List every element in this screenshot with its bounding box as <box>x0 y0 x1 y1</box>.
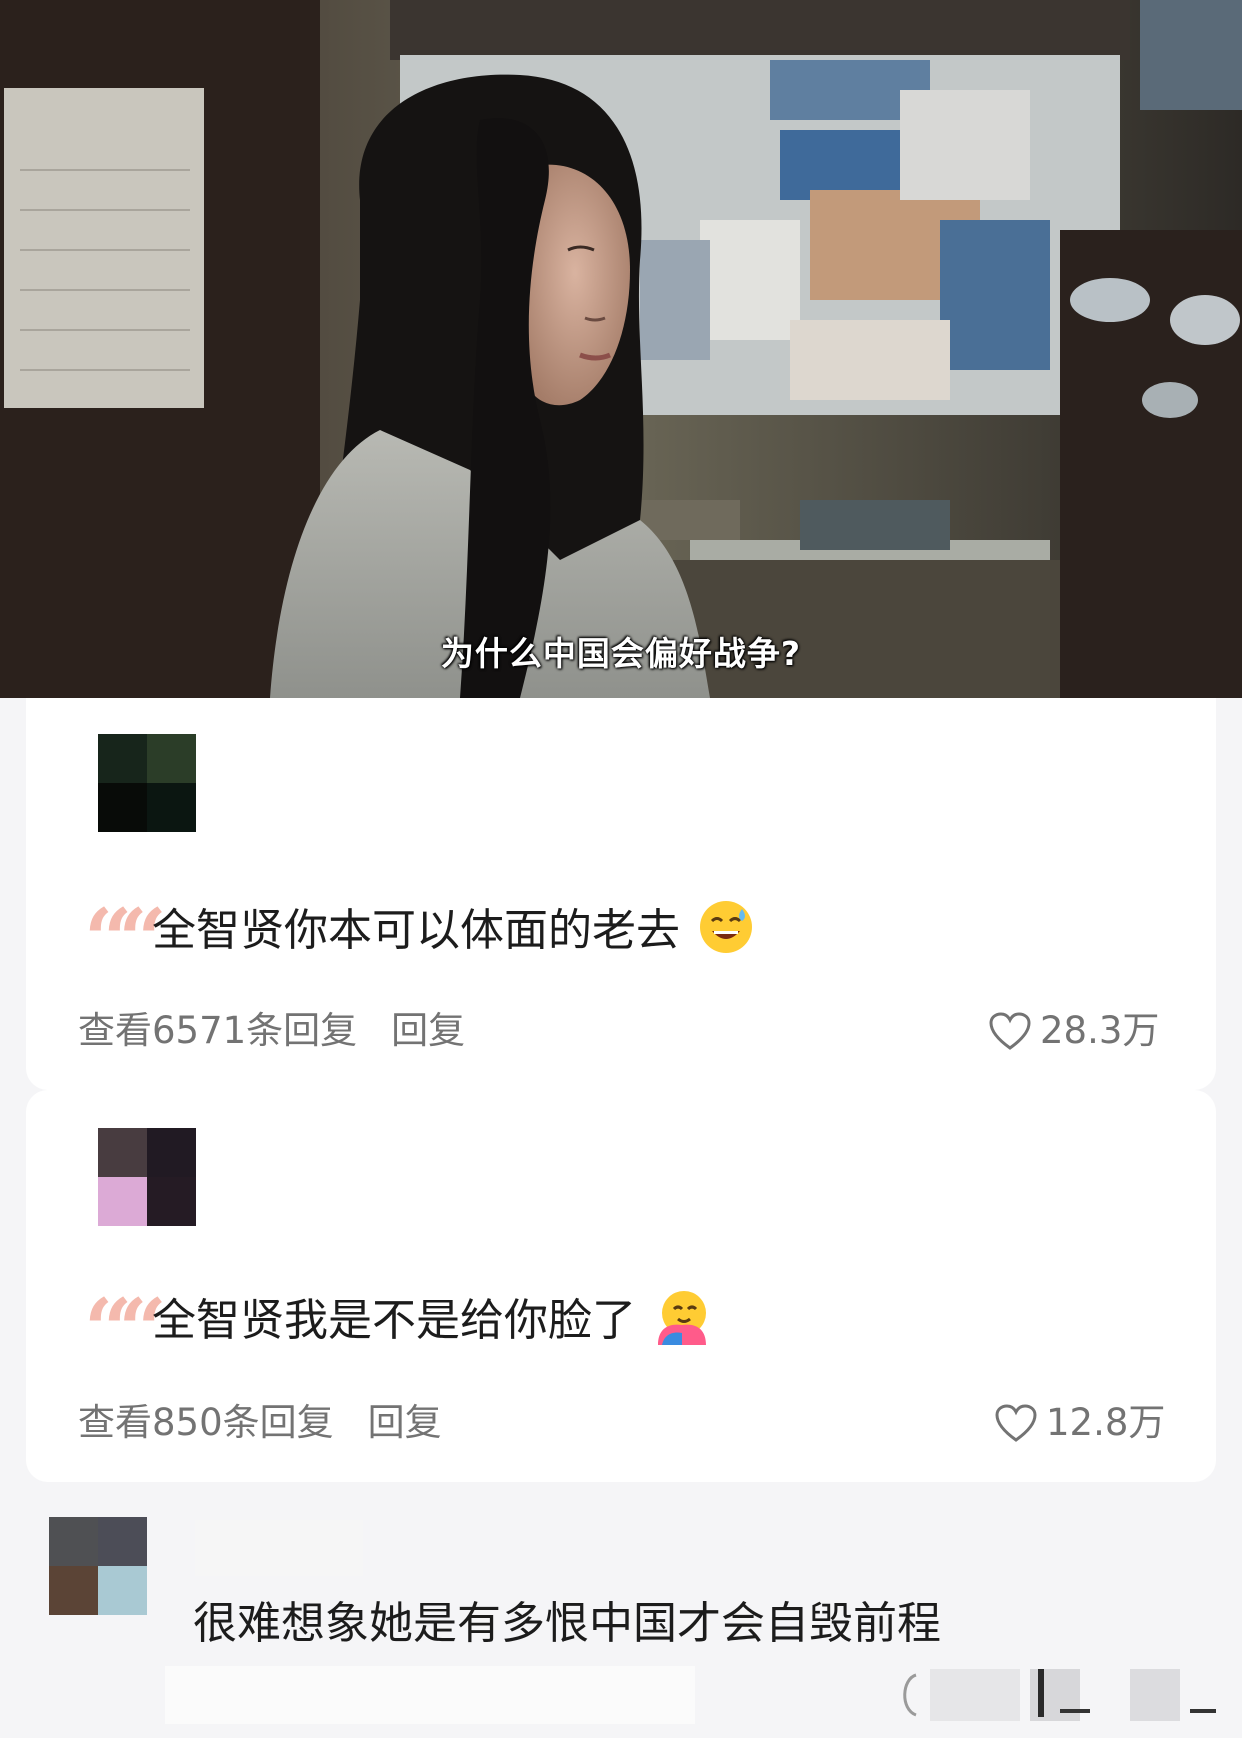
blurred-icons <box>903 1669 1216 1721</box>
comment-text-row: 全智贤你本可以体面的老去 <box>152 894 754 958</box>
comment-text: 全智贤你本可以体面的老去 <box>152 905 680 956</box>
like-count: 12.8万 <box>1046 1401 1166 1444</box>
comment-text: 全智贤我是不是给你脸了 <box>152 1295 636 1346</box>
comment-text-row: 全智贤我是不是给你脸了 <box>152 1284 710 1348</box>
reply-button[interactable]: 回复 <box>368 1401 442 1444</box>
heart-icon <box>989 1012 1031 1050</box>
comment-card: ““ 全智贤你本可以体面的老去 查看6571条回复 回复 28.3万 <box>26 698 1216 1090</box>
heart-icon <box>995 1404 1037 1442</box>
comment-card: ““ 全智贤我是不是给你脸了 查看850条回复 回复 12.8万 <box>26 1090 1216 1482</box>
avatar-pixel <box>98 783 147 832</box>
view-replies-link[interactable]: 查看6571条回复 <box>78 1009 357 1052</box>
avatar-pixel <box>147 1128 196 1177</box>
avatar-pixel <box>147 783 196 832</box>
quote-mark-icon: ““ <box>84 1280 167 1379</box>
reply-button[interactable]: 回复 <box>391 1009 465 1052</box>
grinning-sweat-face-icon <box>700 901 752 953</box>
comment-meta: 查看6571条回复 回复 <box>78 1000 465 1054</box>
avatar-pixel <box>98 1177 147 1226</box>
video-still: 为什么中国会偏好战争? <box>0 0 1242 698</box>
like-button[interactable]: 28.3万 <box>988 1000 1159 1054</box>
avatar-pixel <box>147 1177 196 1226</box>
blurred-username <box>195 1520 363 1576</box>
comment-meta: 查看850条回复 回复 <box>78 1392 442 1446</box>
bottom-action-icons <box>890 1665 1230 1729</box>
quote-mark-icon: ““ <box>84 890 167 989</box>
avatar-pixel <box>49 1566 98 1615</box>
comment-text: 很难想象她是有多恨中国才会自毁前程 <box>193 1598 941 1649</box>
avatar[interactable] <box>98 1128 196 1226</box>
hugging-face-icon <box>658 1291 706 1345</box>
video-subtitle: 为什么中国会偏好战争? <box>440 634 802 673</box>
blurred-meta <box>165 1666 695 1724</box>
avatar-pixel <box>98 1128 147 1177</box>
avatar-pixel <box>98 734 147 783</box>
avatar-pixel <box>98 1566 147 1615</box>
video-scene-illustration <box>0 0 1242 698</box>
avatar-pixel <box>98 1517 147 1566</box>
avatar[interactable] <box>49 1517 147 1615</box>
like-button[interactable]: 12.8万 <box>994 1392 1165 1446</box>
avatar-pixel <box>49 1517 98 1566</box>
avatar[interactable] <box>98 734 196 832</box>
avatar-pixel <box>147 734 196 783</box>
view-replies-link[interactable]: 查看850条回复 <box>78 1401 334 1444</box>
like-count: 28.3万 <box>1040 1009 1160 1052</box>
